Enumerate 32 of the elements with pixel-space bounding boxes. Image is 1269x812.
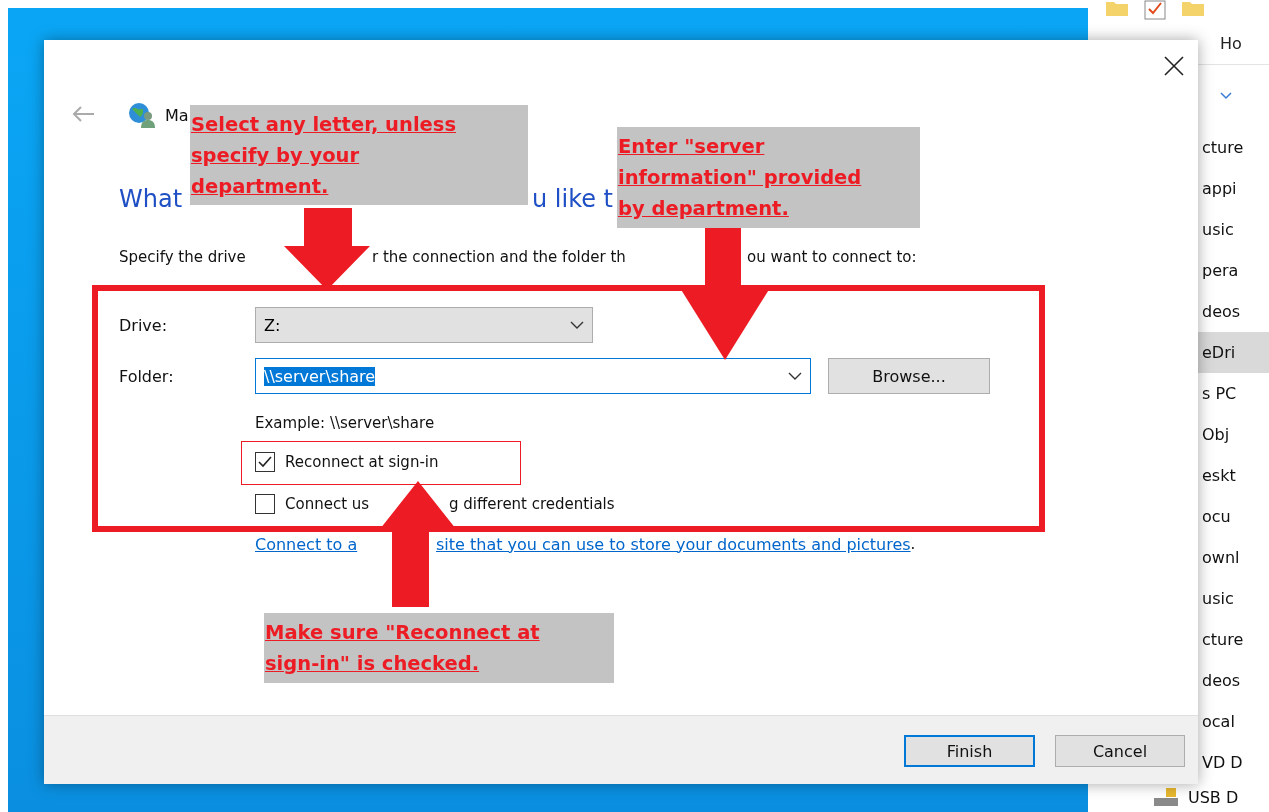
ribbon-tab[interactable]: Ho: [1220, 34, 1242, 54]
link[interactable]: Connect to a: [255, 534, 358, 554]
checkbox-label: Connect us: [285, 495, 370, 513]
dialog-title: Ma: [165, 105, 189, 125]
chevron-icon[interactable]: [1220, 91, 1232, 100]
network-globe-icon: [127, 101, 157, 129]
heading-text: What: [119, 185, 183, 213]
instruction-text: Specify the drive: [119, 248, 246, 266]
period-text: .: [910, 535, 916, 553]
instruction-text: ou want to connect to:: [747, 248, 917, 266]
drive-dropdown[interactable]: Z:: [255, 307, 593, 343]
chevron-down-icon[interactable]: [788, 372, 802, 380]
dialog-button[interactable]: Cancel: [1055, 735, 1185, 767]
checkbox-label: Reconnect at sign-in: [285, 453, 439, 471]
annotation-note: Select any letter, unless specify by your department.: [190, 105, 528, 205]
heading-text: u like t: [532, 185, 614, 213]
annotation-note: Make sure "Reconnect at sign-in" is checked.: [264, 613, 614, 683]
instruction-text: r the connection and the folder th: [372, 248, 626, 266]
link[interactable]: site that you can use to store your documents and pictures: [436, 534, 911, 554]
checkbox-label: g different credentials: [449, 495, 615, 513]
nav-item[interactable]: USB D: [1188, 787, 1239, 807]
dialog-button[interactable]: Finish: [904, 735, 1035, 767]
checkbox[interactable]: [255, 452, 275, 472]
field-label: Folder:: [119, 366, 175, 386]
annotation-note: Enter "server information" provided by department.: [617, 127, 920, 228]
browse-button[interactable]: Browse...: [828, 358, 990, 394]
chevron-down-icon[interactable]: [570, 321, 584, 329]
field-label: Drive:: [119, 315, 169, 335]
checklist-icon[interactable]: [1144, 0, 1166, 20]
folder-combo-field[interactable]: \\server\share: [255, 358, 811, 394]
example-text: Example: \\server\share: [255, 414, 435, 432]
checkbox[interactable]: [255, 494, 275, 514]
